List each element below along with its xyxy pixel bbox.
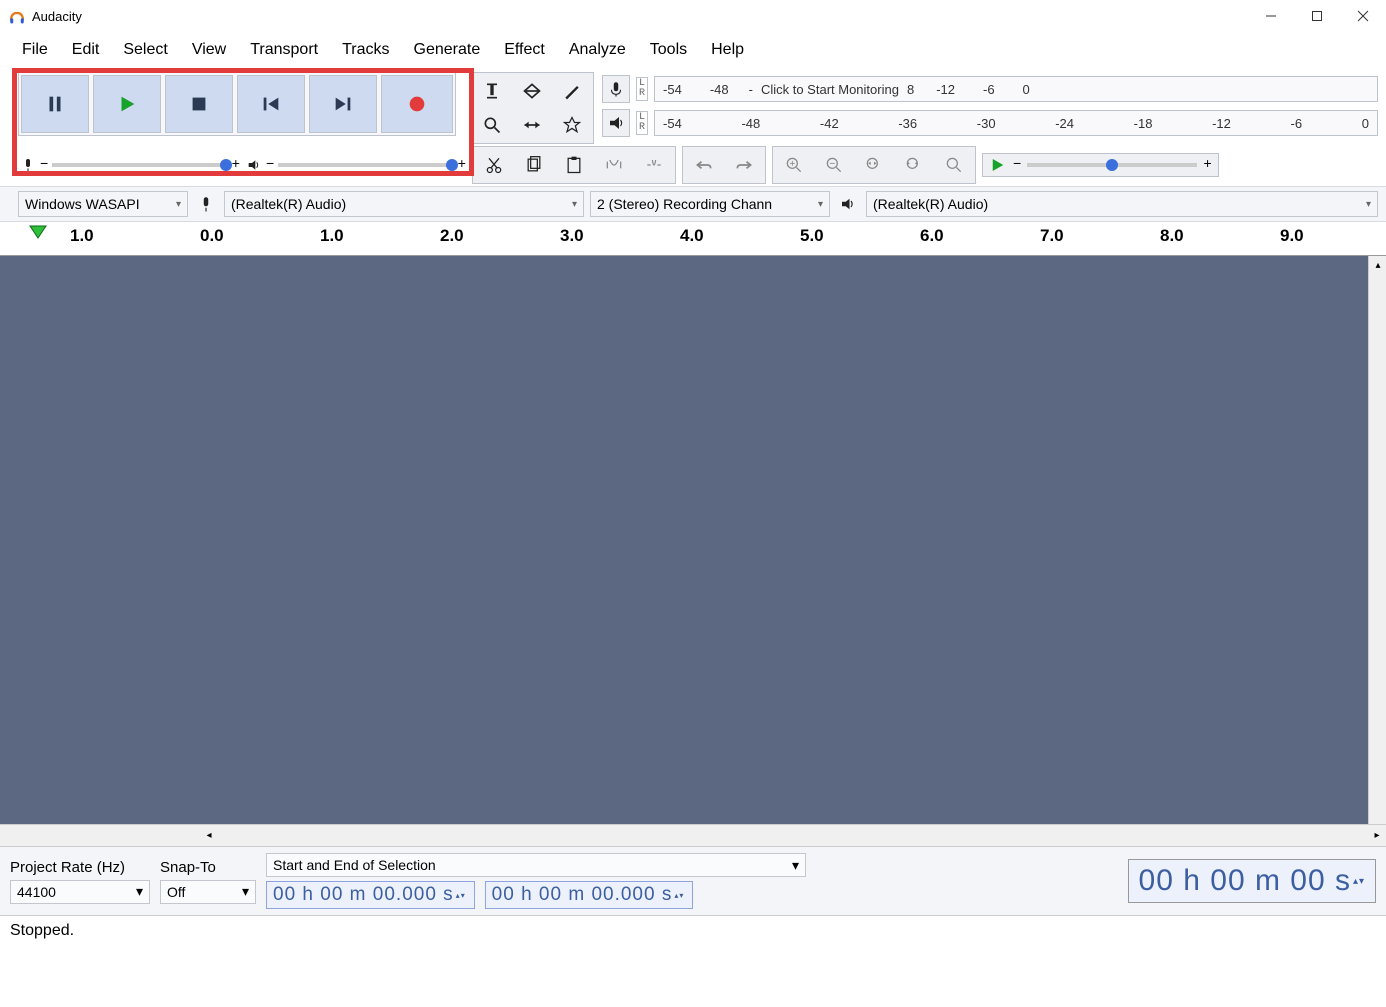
device-toolbar: Windows WASAPI▾ (Realtek(R) Audio)▾ 2 (S… [0, 186, 1386, 222]
minimize-button[interactable] [1248, 0, 1294, 32]
tools-toolbar [470, 72, 594, 144]
app-icon [8, 7, 26, 25]
window-title: Audacity [32, 9, 82, 24]
rec-device-combo[interactable]: (Realtek(R) Audio)▾ [224, 191, 584, 217]
menu-help[interactable]: Help [701, 37, 754, 63]
multi-tool[interactable] [553, 109, 591, 141]
rec-volume-slider[interactable] [52, 163, 227, 167]
fit-selection-button[interactable] [855, 149, 893, 181]
minus-icon: − [266, 157, 274, 173]
playhead-icon[interactable] [28, 224, 48, 240]
trim-button[interactable] [595, 149, 633, 181]
mic-icon [194, 192, 218, 216]
play-at-speed-toolbar: − + [982, 153, 1219, 177]
menu-generate[interactable]: Generate [404, 37, 491, 63]
menu-transport[interactable]: Transport [240, 37, 328, 63]
scroll-left-icon[interactable]: ◂ [200, 827, 218, 845]
draw-tool[interactable] [553, 75, 591, 107]
selection-end-field[interactable]: 00 h 00 m 00.000 s▴▾ [485, 881, 694, 909]
titlebar: Audacity [0, 0, 1386, 32]
play-volume-slider-group: − + [246, 157, 466, 173]
menu-view[interactable]: View [182, 37, 236, 63]
minus-icon: − [40, 157, 48, 173]
project-rate-combo[interactable]: 44100▾ [10, 880, 150, 904]
selection-start-field[interactable]: 00 h 00 m 00.000 s▴▾ [266, 881, 475, 909]
zoom-toggle-button[interactable] [935, 149, 973, 181]
play-button[interactable] [93, 75, 161, 133]
speaker-icon [246, 157, 262, 173]
horizontal-scrollbar[interactable]: ◂ ▸ [0, 824, 1386, 846]
mic-icon [20, 157, 36, 173]
menu-effect[interactable]: Effect [494, 37, 555, 63]
zoom-out-button[interactable] [815, 149, 853, 181]
rec-meter-icon[interactable] [602, 75, 630, 103]
timeline-ruler[interactable]: 1.0 0.0 1.0 2.0 3.0 4.0 5.0 6.0 7.0 8.0 … [0, 222, 1386, 256]
selection-mode-combo[interactable]: Start and End of Selection▾ [266, 853, 806, 877]
play-volume-slider[interactable] [278, 163, 453, 167]
record-button[interactable] [381, 75, 453, 133]
transport-toolbar [18, 72, 456, 136]
rec-channels-combo[interactable]: 2 (Stereo) Recording Chann▾ [590, 191, 830, 217]
menubar: File Edit Select View Transport Tracks G… [0, 32, 1386, 68]
audio-position-field[interactable]: 00 h 00 m 00 s▴▾ [1128, 859, 1376, 903]
speed-slider[interactable] [1027, 163, 1197, 167]
pause-button[interactable] [21, 75, 89, 133]
speaker-icon [836, 192, 860, 216]
play-meter[interactable]: -54 -48 -42 -36 -30 -24 -18 -12 -6 0 [654, 110, 1378, 136]
status-text: Stopped. [10, 922, 74, 940]
timeshift-tool[interactable] [513, 109, 551, 141]
stop-button[interactable] [165, 75, 233, 133]
scroll-right-icon[interactable]: ▸ [1368, 827, 1386, 845]
vertical-scrollbar[interactable]: ▴ [1368, 256, 1386, 824]
minus-icon: − [1013, 157, 1021, 173]
plus-icon: + [458, 157, 466, 173]
selection-toolbar: Project Rate (Hz) 44100▾ Snap-To Off▾ St… [0, 846, 1386, 915]
play-meter-icon[interactable] [602, 109, 630, 137]
rec-volume-slider-group: − + [20, 157, 240, 173]
skip-end-button[interactable] [309, 75, 377, 133]
rec-meter-lr: L R [636, 77, 648, 101]
track-area[interactable]: ▴ [0, 256, 1386, 824]
menu-tools[interactable]: Tools [640, 37, 697, 63]
skip-start-button[interactable] [237, 75, 305, 133]
close-button[interactable] [1340, 0, 1386, 32]
paste-button[interactable] [555, 149, 593, 181]
menu-select[interactable]: Select [113, 37, 177, 63]
project-rate-label: Project Rate (Hz) [10, 859, 150, 876]
cut-button[interactable] [475, 149, 513, 181]
silence-button[interactable] [635, 149, 673, 181]
menu-edit[interactable]: Edit [62, 37, 110, 63]
plus-icon: + [1203, 157, 1211, 173]
menu-tracks[interactable]: Tracks [332, 37, 399, 63]
menu-file[interactable]: File [12, 37, 58, 63]
plus-icon: + [232, 157, 240, 173]
scroll-up-icon[interactable]: ▴ [1369, 256, 1386, 274]
redo-button[interactable] [725, 149, 763, 181]
envelope-tool[interactable] [513, 75, 551, 107]
rec-meter[interactable]: -54 -48 - Click to Start Monitoring 8 -1… [654, 76, 1378, 102]
status-bar: Stopped. [0, 915, 1386, 945]
selection-tool[interactable] [473, 75, 511, 107]
snap-to-combo[interactable]: Off▾ [160, 880, 256, 904]
audio-host-combo[interactable]: Windows WASAPI▾ [18, 191, 188, 217]
undo-button[interactable] [685, 149, 723, 181]
maximize-button[interactable] [1294, 0, 1340, 32]
copy-button[interactable] [515, 149, 553, 181]
play-meter-lr: L R [636, 111, 648, 135]
fit-project-button[interactable] [895, 149, 933, 181]
play-speed-icon[interactable] [989, 156, 1007, 174]
zoom-in-button[interactable] [775, 149, 813, 181]
zoom-tool[interactable] [473, 109, 511, 141]
menu-analyze[interactable]: Analyze [559, 37, 636, 63]
play-device-combo[interactable]: (Realtek(R) Audio)▾ [866, 191, 1378, 217]
snap-to-label: Snap-To [160, 859, 256, 876]
